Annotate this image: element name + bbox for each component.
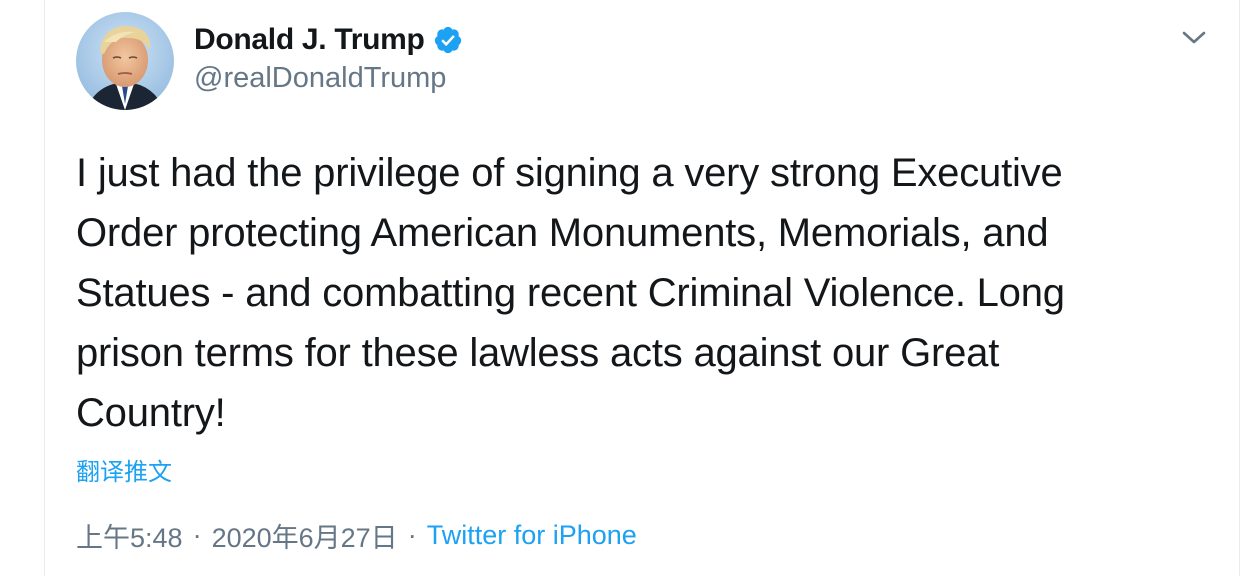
tweet-text: I just had the privilege of signing a ve…	[76, 143, 1226, 443]
avatar[interactable]	[76, 12, 174, 110]
tweet-text-line: Country!	[76, 391, 226, 435]
translate-tweet-link[interactable]: 翻译推文	[76, 452, 172, 487]
tweet-card: Donald J. Trump @realDonaldTrump I just …	[44, 0, 1240, 576]
tweet-text-line: prison terms for these lawless acts agai…	[76, 331, 1000, 375]
author-display-name[interactable]: Donald J. Trump	[194, 23, 425, 57]
tweet-text-line: Order protecting American Monuments, Mem…	[76, 211, 1049, 255]
tweet-text-line: Statues - and combatting recent Criminal…	[76, 271, 1065, 315]
tweet-text-line: I just had the privilege of signing a ve…	[76, 151, 1063, 195]
author-name-row[interactable]: Donald J. Trump	[194, 18, 463, 62]
chevron-down-icon[interactable]	[1179, 22, 1209, 52]
verified-badge-icon	[433, 25, 463, 55]
tweet-meta: 上午5:48 · 2020年6月27日 · Twitter for iPhone	[76, 516, 637, 555]
avatar-image	[76, 12, 174, 110]
tweet-date[interactable]: 2020年6月27日	[212, 516, 398, 555]
meta-separator: ·	[407, 520, 417, 550]
author-handle[interactable]: @realDonaldTrump	[194, 62, 446, 95]
tweet-source-link[interactable]: Twitter for iPhone	[427, 520, 637, 551]
meta-separator: ·	[192, 520, 202, 550]
tweet-timestamp[interactable]: 上午5:48	[76, 516, 183, 555]
